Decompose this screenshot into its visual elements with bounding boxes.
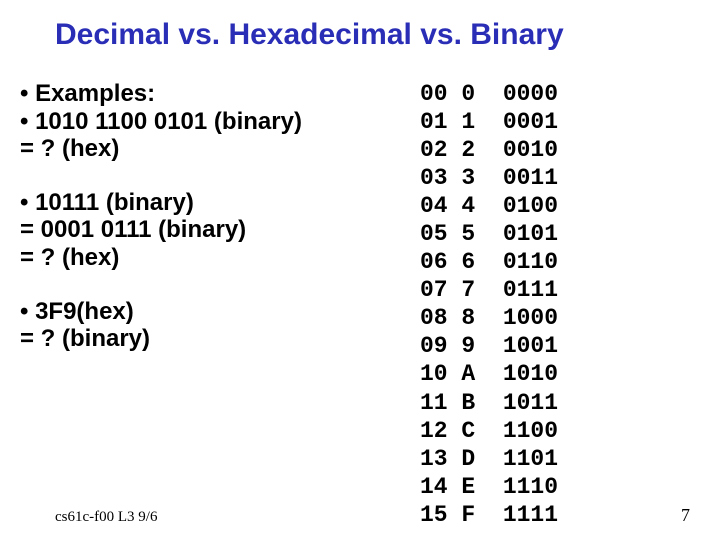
example-3: • 3F9(hex) = ? (binary): [20, 298, 400, 353]
ex1-line2: = ? (hex): [20, 135, 400, 163]
slide: Decimal vs. Hexadecimal vs. Binary • Exa…: [0, 0, 720, 540]
ex1-line1: • 1010 1100 0101 (binary): [20, 108, 400, 136]
ex2-line3: = ? (hex): [20, 244, 400, 272]
slide-title: Decimal vs. Hexadecimal vs. Binary: [55, 18, 700, 52]
page-number: 7: [681, 505, 690, 526]
ex3-line2: = ? (binary): [20, 325, 400, 353]
ex2-line2: = 0001 0111 (binary): [20, 216, 400, 244]
conversion-table: 00 0 0000 01 1 0001 02 2 0010 03 3 0011 …: [420, 80, 558, 529]
example-1: • Examples: • 1010 1100 0101 (binary) = …: [20, 80, 400, 163]
ex2-line1: • 10111 (binary): [20, 189, 400, 217]
example-2: • 10111 (binary) = 0001 0111 (binary) = …: [20, 189, 400, 272]
footer-course: cs61c-f00 L3 9/6: [55, 509, 157, 526]
ex3-line1: • 3F9(hex): [20, 298, 400, 326]
examples-heading: • Examples:: [20, 80, 400, 108]
body-text: • Examples: • 1010 1100 0101 (binary) = …: [20, 80, 400, 379]
